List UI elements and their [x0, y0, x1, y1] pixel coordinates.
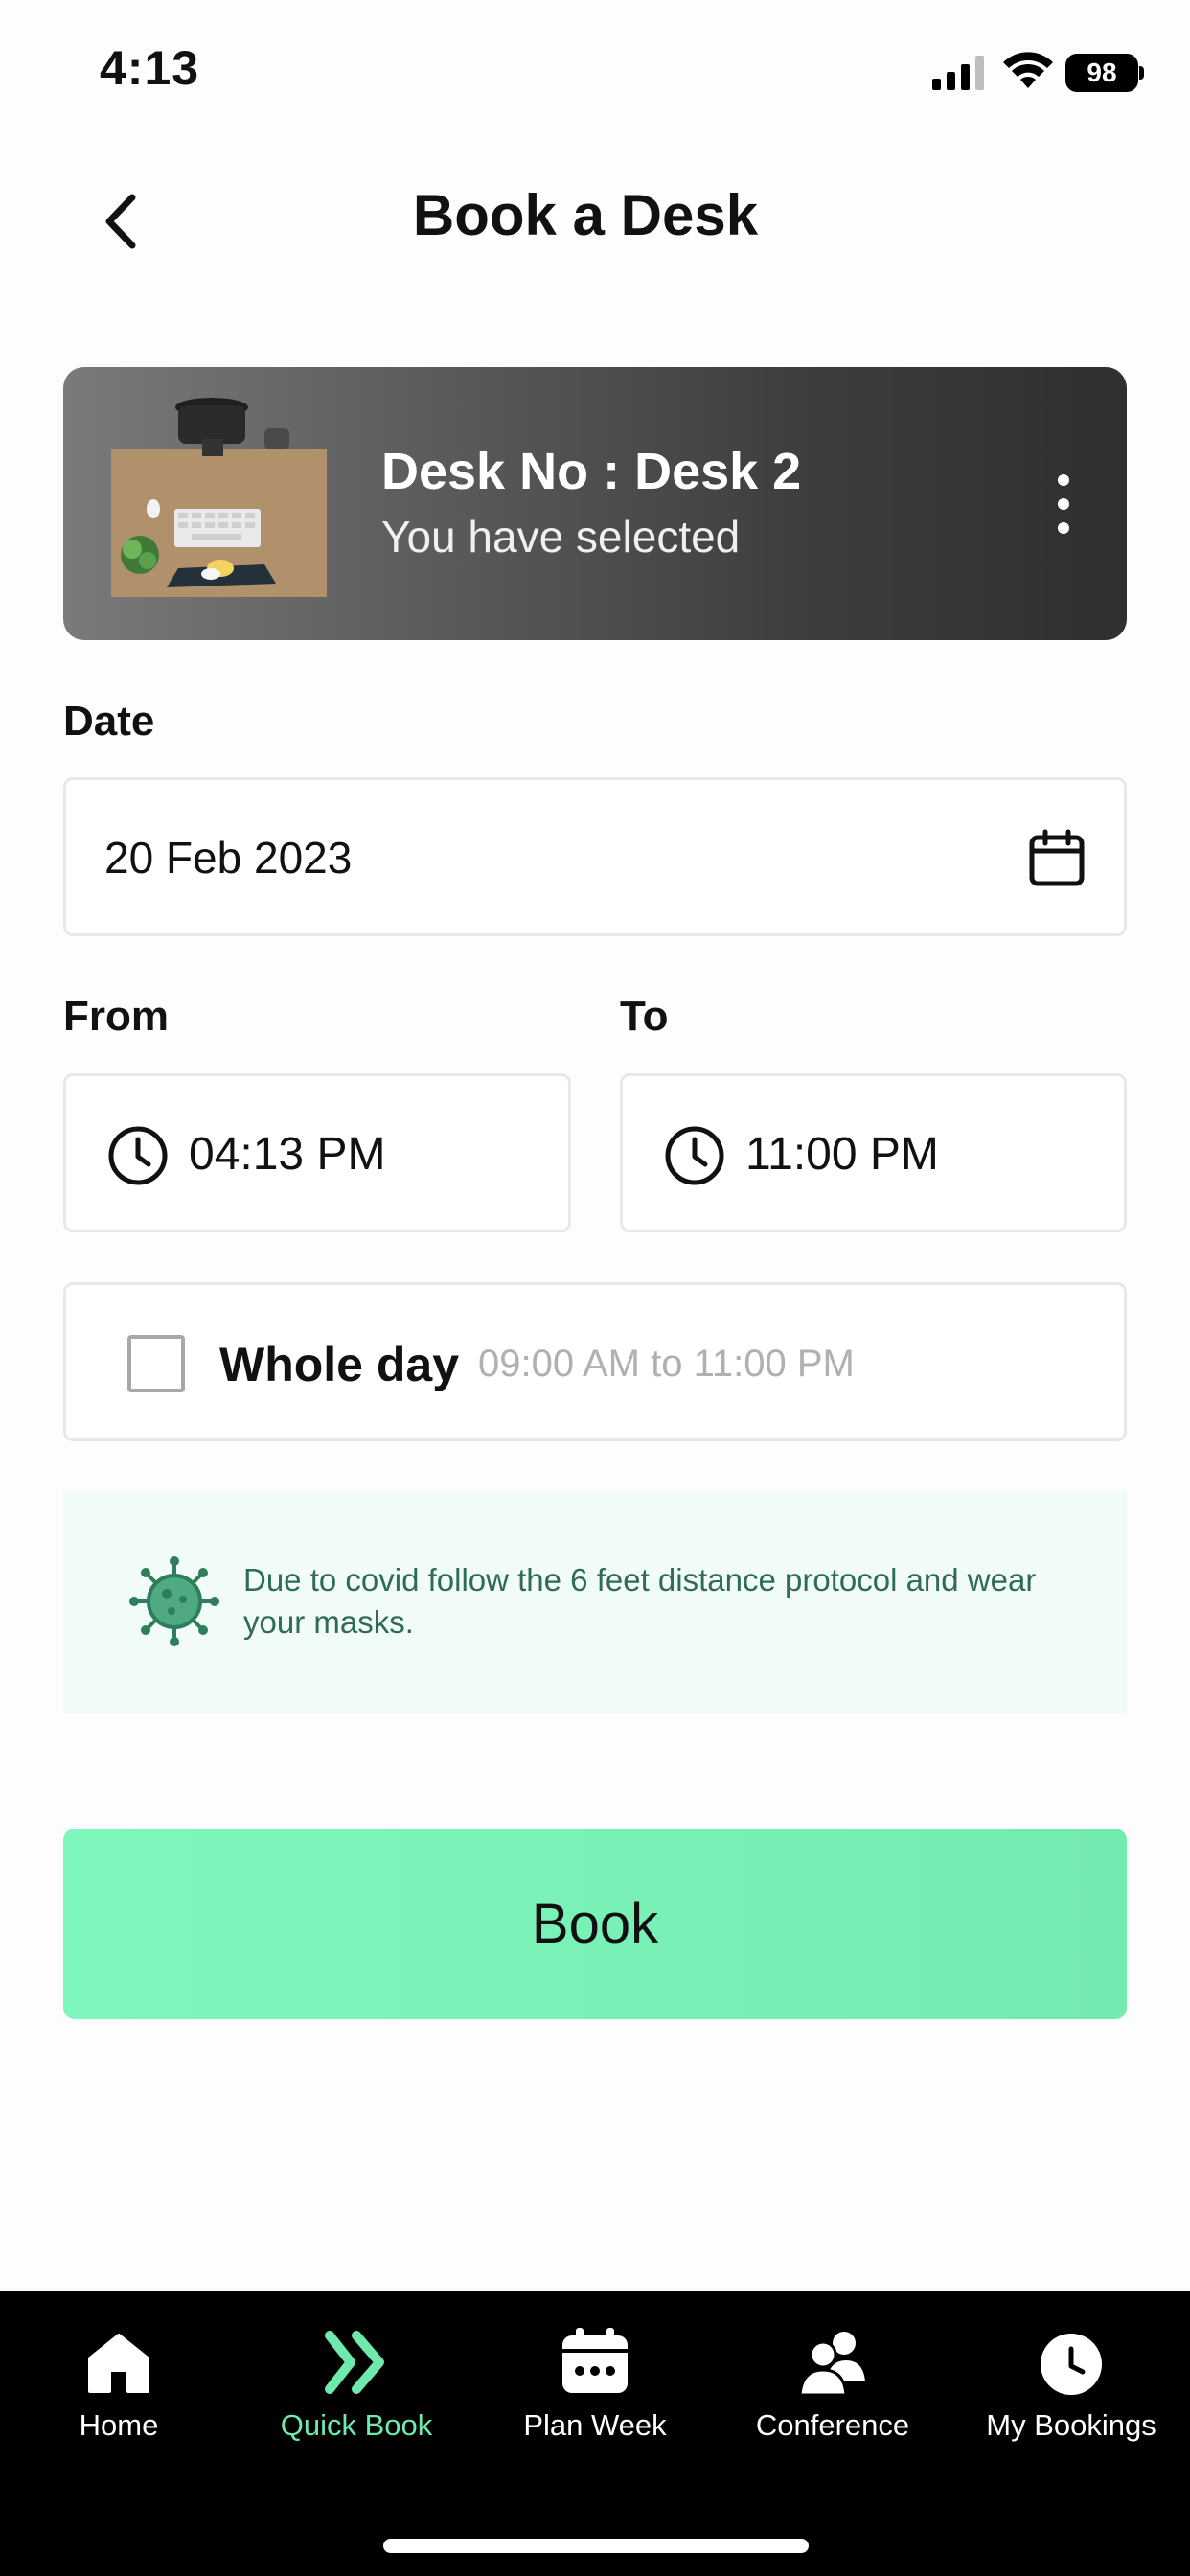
calendar-icon [562, 2328, 628, 2393]
virus-icon [129, 1556, 219, 1646]
date-value: 20 Feb 2023 [104, 833, 353, 883]
clock-badge-icon [1041, 2326, 1102, 2395]
more-vertical-icon [1052, 474, 1075, 534]
covid-notice: Due to covid follow the 6 feet distance … [63, 1492, 1127, 1714]
selected-desk-card[interactable]: Desk No : Desk 2 You have selected [63, 367, 1127, 640]
status-bar: 4:13 98 [0, 0, 1190, 144]
whole-day-checkbox[interactable] [127, 1335, 185, 1392]
to-label: To [620, 993, 669, 1040]
tab-quick-book[interactable]: Quick Book [238, 2326, 475, 2470]
to-time-value: 11:00 PM [745, 1129, 939, 1180]
tab-conference-label: Conference [755, 2408, 910, 2442]
desk-title: Desk No : Desk 2 [381, 443, 802, 500]
book-button-label: Book [531, 1893, 659, 1955]
book-button[interactable]: Book [63, 1828, 1127, 2019]
battery-indicator: 98 [1065, 54, 1144, 92]
tab-my-bookings[interactable]: My Bookings [952, 2326, 1190, 2470]
tab-conference[interactable]: Conference [714, 2326, 951, 2470]
more-options-button[interactable] [1052, 474, 1075, 534]
status-time: 4:13 [100, 41, 200, 95]
clock-icon [108, 1126, 168, 1185]
chevron-left-icon [105, 194, 136, 249]
from-time-value: 04:13 PM [189, 1129, 386, 1180]
date-field[interactable]: 20 Feb 2023 [63, 777, 1127, 936]
tab-plan-week[interactable]: Plan Week [476, 2326, 714, 2470]
home-icon [88, 2334, 149, 2393]
page-title: Book a Desk [412, 183, 759, 247]
from-time-field[interactable]: 04:13 PM [63, 1073, 571, 1232]
from-label: From [63, 993, 169, 1040]
wifi-icon [1003, 52, 1053, 88]
notice-text: Due to covid follow the 6 feet distance … [243, 1562, 1037, 1640]
desk-subtitle: You have selected [381, 512, 741, 562]
bottom-tab-bar: Home Quick Book Plan Week Conference My … [0, 2291, 1190, 2576]
tab-home-label: Home [79, 2408, 159, 2442]
home-indicator[interactable] [383, 2539, 809, 2553]
tab-plan-week-label: Plan Week [523, 2408, 667, 2442]
tab-quick-book-label: Quick Book [280, 2408, 433, 2442]
date-label: Date [63, 698, 155, 745]
calendar-icon[interactable] [1026, 828, 1087, 889]
people-icon [798, 2332, 865, 2397]
battery-cap [1139, 66, 1144, 80]
cellular-signal-icon [932, 56, 984, 90]
clock-icon [665, 1126, 724, 1185]
double-chevron-icon [325, 2331, 384, 2394]
tab-my-bookings-label: My Bookings [986, 2408, 1156, 2442]
whole-day-label: Whole day [219, 1338, 460, 1392]
battery-level: 98 [1065, 54, 1138, 92]
whole-day-range: 09:00 AM to 11:00 PM [478, 1343, 855, 1385]
tab-home[interactable]: Home [0, 2326, 238, 2470]
to-time-field[interactable]: 11:00 PM [620, 1073, 1127, 1232]
whole-day-option[interactable]: Whole day 09:00 AM to 11:00 PM [63, 1282, 1127, 1441]
desk-illustration [111, 398, 327, 597]
back-button[interactable] [92, 188, 149, 255]
